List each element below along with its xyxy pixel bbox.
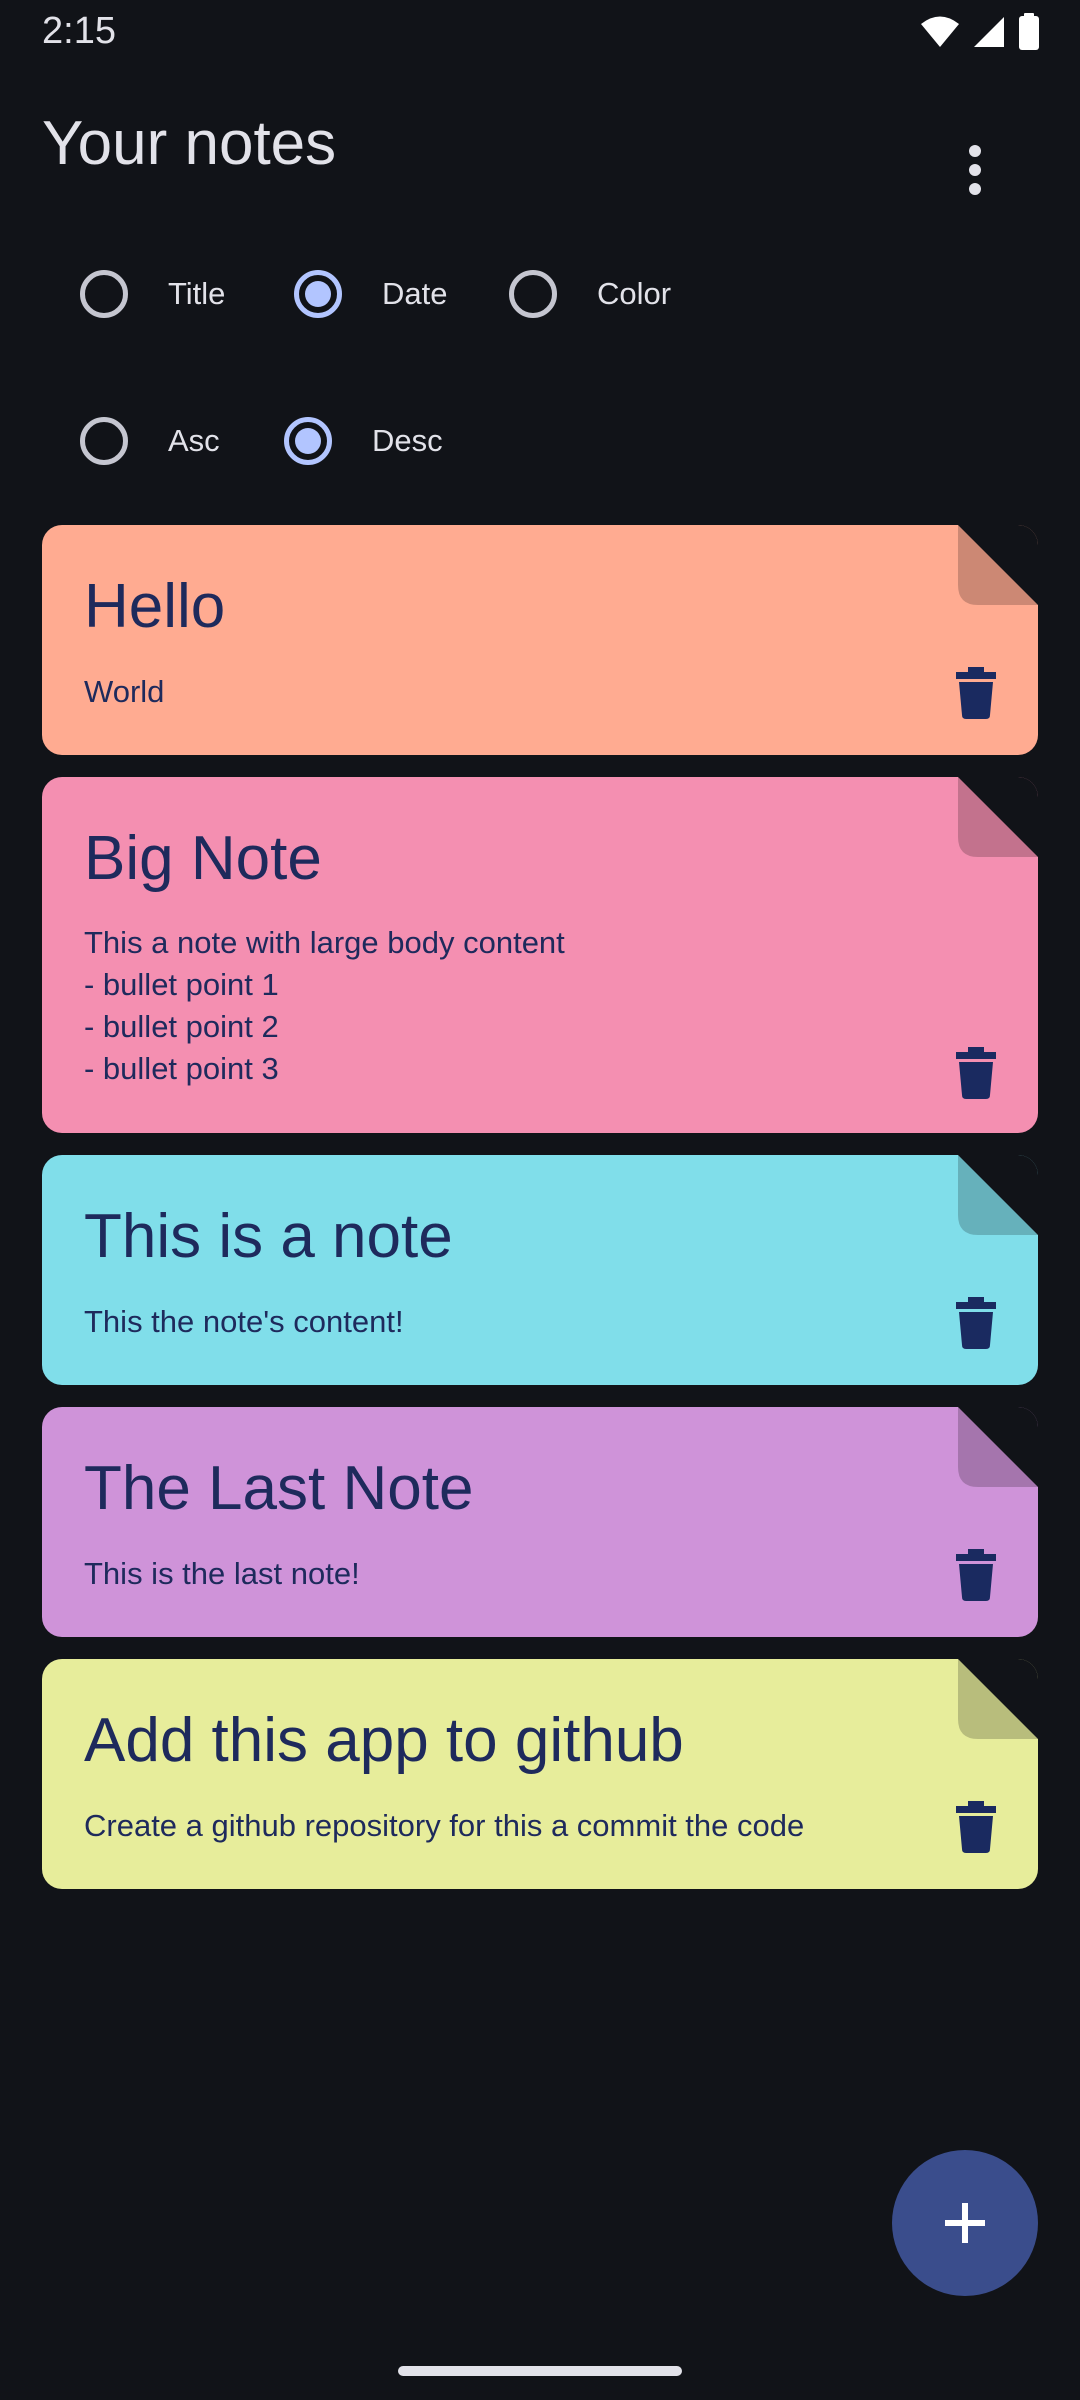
note-title: Big Note bbox=[84, 824, 322, 893]
order-desc-radio[interactable]: Desc bbox=[284, 411, 443, 471]
radio-button[interactable] bbox=[80, 270, 128, 318]
note-content: This the note's content! bbox=[84, 1304, 404, 1339]
note-card[interactable]: The Last Note This is the last note! bbox=[42, 1407, 1038, 1637]
note-title: Add this app to github bbox=[84, 1706, 684, 1775]
radio-label: Date bbox=[382, 276, 448, 311]
radio-button[interactable] bbox=[509, 270, 557, 318]
more-vert-icon bbox=[969, 145, 981, 195]
folded-corner bbox=[958, 777, 1038, 857]
radio-label: Asc bbox=[168, 423, 220, 458]
more-options-button[interactable] bbox=[945, 130, 1005, 210]
page-title: Your notes bbox=[42, 109, 337, 178]
radio-button[interactable] bbox=[80, 417, 128, 465]
note-title: This is a note bbox=[84, 1202, 453, 1271]
radio-label: Desc bbox=[372, 423, 443, 458]
radio-button[interactable] bbox=[284, 417, 332, 465]
battery-icon bbox=[1019, 13, 1039, 50]
notes-screen: 2:15 Your notes Title Date Color Asc Des… bbox=[0, 0, 1080, 2400]
delete-icon[interactable] bbox=[956, 1047, 996, 1099]
wifi-icon bbox=[921, 16, 959, 47]
home-indicator[interactable] bbox=[398, 2366, 682, 2376]
note-content: This a note with large body content - bu… bbox=[84, 925, 565, 1086]
note-card[interactable]: Big Note This a note with large body con… bbox=[42, 777, 1038, 1133]
note-card[interactable]: Hello World bbox=[42, 525, 1038, 755]
sort-date-radio[interactable]: Date bbox=[294, 264, 447, 324]
add-note-button[interactable] bbox=[892, 2150, 1038, 2296]
folded-corner bbox=[958, 1155, 1038, 1235]
delete-icon[interactable] bbox=[956, 1297, 996, 1349]
note-title: Hello bbox=[84, 572, 226, 641]
folded-corner bbox=[958, 525, 1038, 605]
status-time: 2:15 bbox=[42, 10, 116, 52]
radio-label: Title bbox=[168, 276, 226, 311]
delete-icon[interactable] bbox=[956, 1549, 996, 1601]
radio-button[interactable] bbox=[294, 270, 342, 318]
radio-label: Color bbox=[597, 276, 672, 311]
sort-color-radio[interactable]: Color bbox=[509, 264, 671, 324]
status-icons bbox=[920, 12, 1040, 52]
signal-icon bbox=[974, 17, 1004, 47]
folded-corner bbox=[958, 1407, 1038, 1487]
note-content: Create a github repository for this a co… bbox=[84, 1808, 805, 1843]
add-icon bbox=[945, 2203, 985, 2243]
sort-title-radio[interactable]: Title bbox=[80, 264, 225, 324]
note-card[interactable]: Add this app to github Create a github r… bbox=[42, 1659, 1038, 1889]
order-asc-radio[interactable]: Asc bbox=[80, 411, 220, 471]
folded-corner bbox=[958, 1659, 1038, 1739]
note-card[interactable]: This is a note This the note's content! bbox=[42, 1155, 1038, 1385]
delete-icon[interactable] bbox=[956, 667, 996, 719]
delete-icon[interactable] bbox=[956, 1801, 996, 1853]
note-content: This is the last note! bbox=[84, 1556, 360, 1591]
note-content: World bbox=[84, 674, 165, 709]
note-title: The Last Note bbox=[84, 1454, 474, 1523]
